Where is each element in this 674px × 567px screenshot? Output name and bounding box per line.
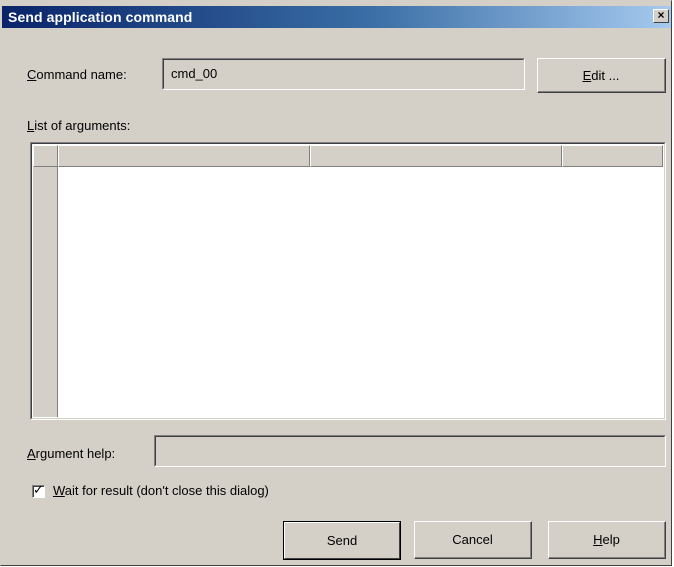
help-button-label: Help — [593, 532, 620, 547]
grid-column-header[interactable] — [58, 145, 310, 167]
help-button[interactable]: Help — [548, 521, 666, 559]
close-button[interactable]: × — [653, 9, 669, 23]
title-bar[interactable]: Send application command × — [2, 6, 671, 28]
grid-corner-cell[interactable] — [33, 145, 58, 167]
grid-row-header-column — [33, 145, 58, 417]
command-name-value: cmd_00 — [171, 66, 218, 81]
argument-help-label: Argument help: — [27, 446, 116, 461]
cancel-button[interactable]: Cancel — [414, 521, 532, 559]
cancel-button-label: Cancel — [452, 532, 493, 547]
command-name-label: Command name: — [27, 67, 127, 82]
edit-button-label: Edit ... — [582, 67, 620, 83]
wait-for-result-checkbox[interactable]: ✓ — [32, 483, 45, 498]
checkmark-icon: ✓ — [33, 483, 44, 498]
send-button-label: Send — [326, 533, 358, 548]
dialog-title: Send application command — [8, 9, 193, 25]
wait-for-result-label[interactable]: Wait for result (don't close this dialog… — [53, 483, 269, 498]
argument-help-field[interactable] — [154, 435, 666, 467]
send-button[interactable]: Send — [283, 521, 401, 560]
grid-column-header[interactable] — [562, 145, 663, 167]
edit-button[interactable]: Edit ... — [537, 58, 666, 93]
arguments-grid[interactable] — [30, 142, 666, 420]
command-name-field[interactable]: cmd_00 — [162, 58, 525, 90]
grid-column-header[interactable] — [310, 145, 562, 167]
arguments-label: List of arguments: — [27, 118, 131, 133]
send-command-dialog: Send application command × Command name:… — [0, 0, 672, 566]
close-icon: × — [657, 8, 665, 22]
